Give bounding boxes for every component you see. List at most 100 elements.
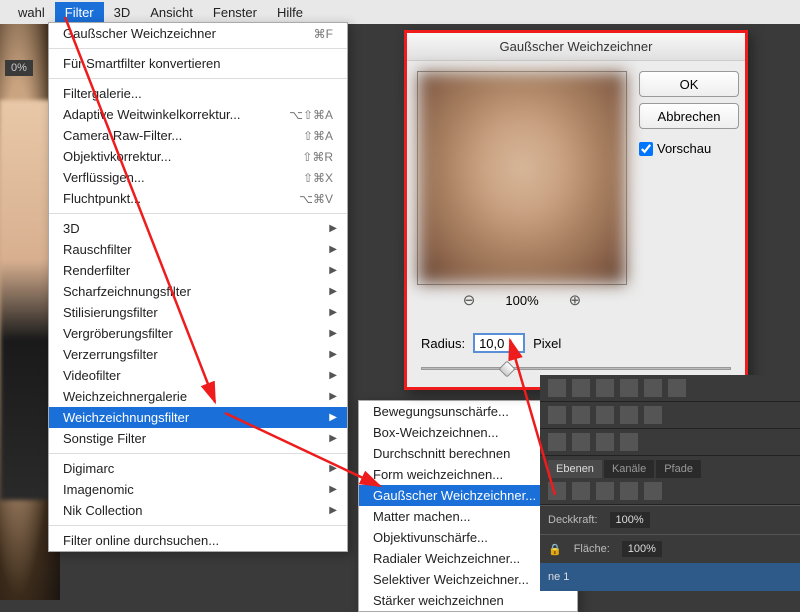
menu-item-online[interactable]: Filter online durchsuchen...	[49, 530, 347, 551]
levels-icon[interactable]	[572, 379, 590, 397]
menu-item[interactable]: Verflüssigen... ⇧⌘X	[49, 167, 347, 188]
shortcut: ⇧⌘X	[303, 171, 333, 185]
filter-shape-icon[interactable]	[620, 482, 638, 500]
cancel-button[interactable]: Abbrechen	[639, 103, 739, 129]
menu-item[interactable]: Objektivkorrektur...⇧⌘R	[49, 146, 347, 167]
brightness-icon[interactable]	[548, 379, 566, 397]
submenu-arrow-icon: ▶	[329, 412, 337, 423]
filter-smart-icon[interactable]	[644, 482, 662, 500]
menu-item-stilisierungsfilter[interactable]: Stilisierungsfilter▶	[49, 302, 347, 323]
menu-item[interactable]: Adaptive Weitwinkelkorrektur...⌥⇧⌘A	[49, 104, 347, 125]
menu-item-label: Für Smartfilter konvertieren	[63, 56, 221, 71]
menu-item-label: Verflüssigen...	[63, 170, 145, 185]
menu-item-label: Fluchtpunkt...	[63, 191, 141, 206]
gradientmap-icon[interactable]	[596, 433, 614, 451]
zoom-in-icon[interactable]: ⊕	[569, 291, 582, 309]
menu-item-smartfilter[interactable]: Für Smartfilter konvertieren	[49, 53, 347, 74]
preview-checkbox[interactable]	[639, 142, 653, 156]
menu-item[interactable]: Imagenomic ▶	[49, 479, 347, 500]
menubar: wahl Filter 3D Ansicht Fenster Hilfe	[0, 0, 800, 24]
menu-item-label: Camera Raw-Filter...	[63, 128, 182, 143]
preview-frame	[417, 71, 627, 285]
channelmixer-icon[interactable]	[596, 406, 614, 424]
menu-item[interactable]: Digimarc▶	[49, 458, 347, 479]
shortcut: ⌥⌘V	[299, 192, 333, 206]
filter-type-icon[interactable]	[596, 482, 614, 500]
menu-hilfe[interactable]: Hilfe	[267, 2, 313, 23]
menu-item-vergröberungsfilter[interactable]: Vergröberungsfilter▶	[49, 323, 347, 344]
menu-item[interactable]: Nik Collection▶	[49, 500, 347, 521]
posterize-icon[interactable]	[548, 433, 566, 451]
menu-item-label: Videofilter	[63, 368, 121, 383]
menu-item-renderfilter[interactable]: Renderfilter▶	[49, 260, 347, 281]
submenu-arrow-icon: ▶	[329, 463, 337, 474]
menu-filter[interactable]: Filter	[55, 2, 104, 23]
invert-icon[interactable]	[644, 406, 662, 424]
tab-kanaele[interactable]: Kanäle	[604, 460, 654, 478]
menu-item-label: Filter online durchsuchen...	[63, 533, 219, 548]
fill-value[interactable]: 100%	[622, 541, 662, 557]
menu-item-sonstige filter[interactable]: Sonstige Filter▶	[49, 428, 347, 449]
menu-item[interactable]: Filtergalerie...	[49, 83, 347, 104]
threshold-icon[interactable]	[572, 433, 590, 451]
submenu-arrow-icon: ▶	[329, 244, 337, 255]
curves-icon[interactable]	[596, 379, 614, 397]
layer-row[interactable]: ne 1	[540, 563, 800, 591]
menu-ansicht[interactable]: Ansicht	[140, 2, 203, 23]
shortcut: ⌘F	[314, 27, 333, 41]
vibrance-icon[interactable]	[668, 379, 686, 397]
colorlookup-icon[interactable]	[620, 406, 638, 424]
menu-wahl[interactable]: wahl	[8, 2, 55, 23]
bw-icon[interactable]	[548, 406, 566, 424]
lock-icon[interactable]: 🔒	[548, 543, 562, 556]
menu-fenster[interactable]: Fenster	[203, 2, 267, 23]
slider-thumb[interactable]	[499, 361, 516, 378]
menu-item-label: Weichzeichnergalerie	[63, 389, 187, 404]
preview-label: Vorschau	[657, 141, 711, 156]
fill-label: Fläche:	[574, 543, 610, 555]
radius-unit: Pixel	[533, 336, 561, 351]
exposure-icon[interactable]	[620, 379, 638, 397]
right-panels: Ebenen Kanäle Pfade Deckkraft: 100% 🔒 Fl…	[540, 375, 800, 591]
separator	[49, 453, 347, 454]
menu-item-scharfzeichnungsfilter[interactable]: Scharfzeichnungsfilter▶	[49, 281, 347, 302]
menu-item-label: Vergröberungsfilter	[63, 326, 173, 341]
submenu-arrow-icon: ▶	[329, 484, 337, 495]
menu-item-label: Sonstige Filter	[63, 431, 146, 446]
menu-item-weichzeichnergalerie[interactable]: Weichzeichnergalerie ▶	[49, 386, 347, 407]
radius-label: Radius:	[421, 336, 465, 351]
filter-adjust-icon[interactable]	[572, 482, 590, 500]
tab-ebenen[interactable]: Ebenen	[548, 460, 602, 478]
tab-pfade[interactable]: Pfade	[656, 460, 701, 478]
radius-slider[interactable]	[421, 365, 731, 373]
dialog-title: Gaußscher Weichzeichner	[407, 33, 745, 61]
menu-item-3d[interactable]: 3D▶	[49, 218, 347, 239]
zoom-indicator: 0%	[5, 60, 33, 76]
menu-3d[interactable]: 3D	[104, 2, 141, 23]
menu-item-last-filter[interactable]: Gaußscher Weichzeichner ⌘F	[49, 23, 347, 44]
shortcut: ⌥⇧⌘A	[289, 108, 333, 122]
menu-item-label: Imagenomic	[63, 482, 134, 497]
hue-icon[interactable]	[644, 379, 662, 397]
zoom-out-icon[interactable]: ⊖	[463, 291, 476, 309]
submenu-arrow-icon: ▶	[329, 349, 337, 360]
radius-input[interactable]	[473, 333, 525, 353]
submenu-arrow-icon: ▶	[329, 391, 337, 402]
layer-filter-icons	[540, 478, 800, 505]
filter-dropdown: Gaußscher Weichzeichner ⌘F Für Smartfilt…	[48, 22, 348, 552]
filter-pixel-icon[interactable]	[548, 482, 566, 500]
menu-item-videofilter[interactable]: Videofilter▶	[49, 365, 347, 386]
menu-item-rauschfilter[interactable]: Rauschfilter▶	[49, 239, 347, 260]
opacity-value[interactable]: 100%	[610, 512, 650, 528]
menu-item-verzerrungsfilter[interactable]: Verzerrungsfilter▶	[49, 344, 347, 365]
menu-item[interactable]: Fluchtpunkt... ⌥⌘V	[49, 188, 347, 209]
zoom-level: 100%	[505, 293, 538, 308]
photofilter-icon[interactable]	[572, 406, 590, 424]
preview-image[interactable]	[418, 72, 626, 284]
selectivecolor-icon[interactable]	[620, 433, 638, 451]
ok-button[interactable]: OK	[639, 71, 739, 97]
menu-item[interactable]: Camera Raw-Filter...⇧⌘A	[49, 125, 347, 146]
preview-checkbox-row[interactable]: Vorschau	[639, 141, 739, 156]
menu-item-weichzeichnungsfilter[interactable]: Weichzeichnungsfilter▶	[49, 407, 347, 428]
submenu-item[interactable]: Stärker weichzeichnen	[359, 590, 577, 611]
